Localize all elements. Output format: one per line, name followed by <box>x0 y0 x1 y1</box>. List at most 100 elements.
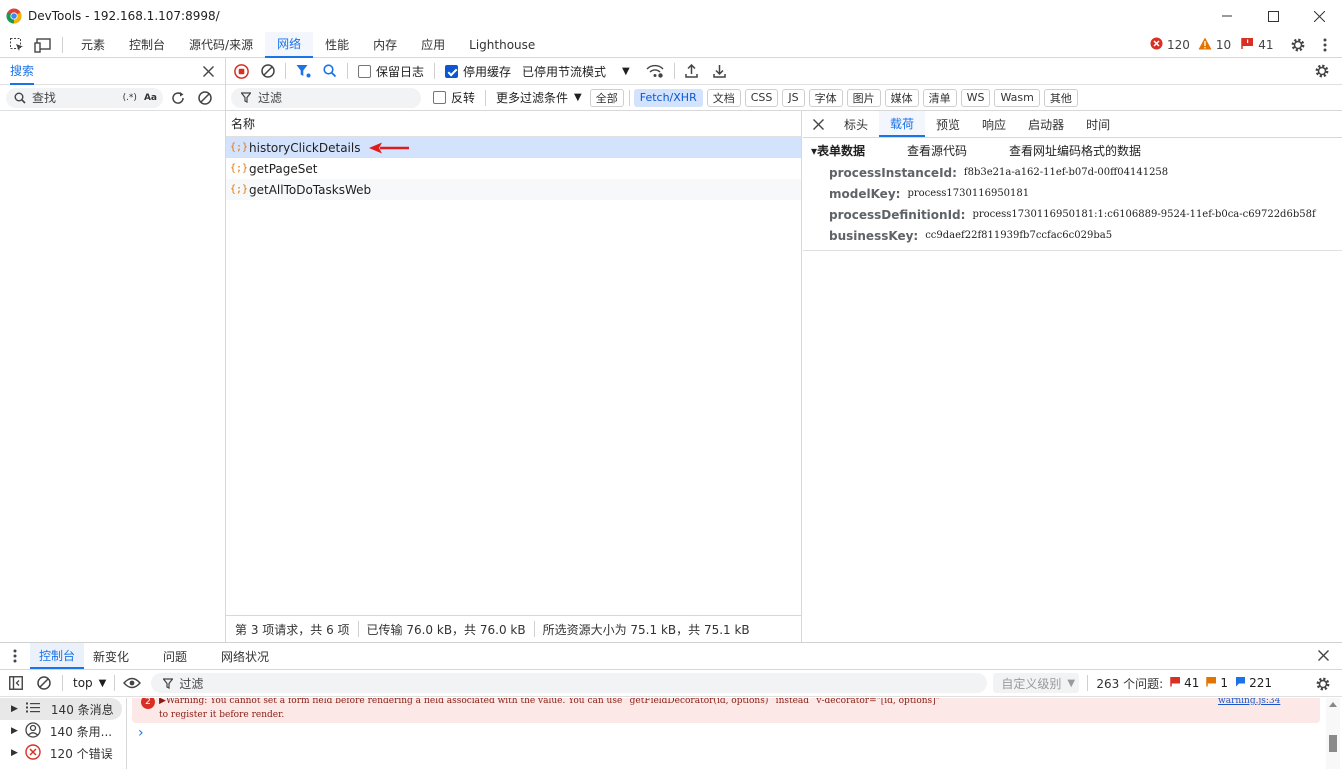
tab-console[interactable]: 控制台 <box>117 32 177 58</box>
message-source-link[interactable]: warning.js:34 <box>1214 698 1281 708</box>
close-icon[interactable] <box>803 118 833 130</box>
clear-log-icon[interactable] <box>261 64 275 78</box>
drawer-tab-bar: 控制台 新变化 问题 网络状况 <box>0 643 1342 670</box>
close-drawer-icon[interactable] <box>1318 650 1329 661</box>
tab-payload[interactable]: 载荷 <box>879 111 926 137</box>
tab-memory[interactable]: 内存 <box>361 32 409 58</box>
chip-js[interactable]: JS <box>782 88 805 107</box>
sidebar-toggle-icon[interactable] <box>0 676 32 690</box>
console-filter-input[interactable]: 过滤 <box>151 673 988 693</box>
record-stop-icon[interactable] <box>234 63 249 79</box>
regex-toggle[interactable]: (.*) <box>123 93 137 103</box>
tab-initiator[interactable]: 启动器 <box>1017 111 1075 137</box>
disable-cache-label: 停用缓存 <box>463 64 512 79</box>
tab-lighthouse[interactable]: Lighthouse <box>457 32 547 58</box>
chip-media[interactable]: 媒体 <box>884 88 919 107</box>
tab-network[interactable]: 网络 <box>265 31 314 58</box>
console-scrollbar[interactable] <box>1326 698 1340 769</box>
drawer-tab-console[interactable]: 控制台 <box>30 643 85 669</box>
issue-info-icon <box>1235 676 1246 690</box>
chip-font[interactable]: 字体 <box>808 88 843 107</box>
request-row-selected[interactable]: {;} historyClickDetails <box>226 137 801 158</box>
tab-elements[interactable]: 元素 <box>69 32 117 58</box>
message-text-line2: to register it before render. <box>159 710 285 720</box>
drawer-tab-network-conditions[interactable]: 网络状况 <box>212 643 278 669</box>
tab-application[interactable]: 应用 <box>409 32 457 58</box>
sidebar-item-errors[interactable]: ▶ 120 个错误 <box>0 742 126 764</box>
chip-fetch-xhr[interactable]: Fetch/XHR <box>633 88 703 107</box>
filter-input[interactable]: 过滤 <box>231 87 421 108</box>
console-warning-message[interactable]: 2 ▶Warning: You cannot set a form field … <box>132 698 1320 723</box>
form-data-title[interactable]: ▾表单数据 <box>811 142 903 159</box>
chip-wasm[interactable]: Wasm <box>994 88 1040 107</box>
chip-img[interactable]: 图片 <box>846 88 881 107</box>
invert-checkbox[interactable] <box>433 91 446 104</box>
drawer-tab-whats-new[interactable]: 新变化 <box>84 643 138 669</box>
more-options-icon[interactable] <box>1316 35 1334 55</box>
tab-headers[interactable]: 标头 <box>833 111 879 137</box>
console-settings-gear-icon[interactable] <box>1315 676 1331 692</box>
settings-gear-icon[interactable] <box>1288 35 1308 55</box>
drawer-menu-icon[interactable] <box>0 649 30 663</box>
expand-arrow-icon[interactable]: ▶ <box>11 748 18 758</box>
more-filters-dropdown[interactable]: 更多过滤条件 <box>496 89 568 106</box>
view-source-link[interactable]: 查看源代码 <box>907 142 967 159</box>
import-har-icon[interactable] <box>685 64 698 78</box>
close-window-button[interactable] <box>1296 0 1342 32</box>
form-data-section: ▾表单数据 查看源代码 查看网址编码格式的数据 processInstanceI… <box>803 138 1342 251</box>
request-row[interactable]: {;} getAllToDoTasksWeb <box>226 179 801 200</box>
drawer-tab-issues[interactable]: 问题 <box>154 643 196 669</box>
filter-icon <box>163 677 174 689</box>
sidebar-item-user-messages[interactable]: ▶ 140 条用... <box>0 720 126 742</box>
tab-response[interactable]: 响应 <box>971 111 1017 137</box>
chip-other[interactable]: 其他 <box>1043 88 1078 107</box>
tab-preview[interactable]: 预览 <box>925 111 971 137</box>
disable-cache-checkbox[interactable] <box>445 64 459 78</box>
inspect-element-icon[interactable] <box>4 37 30 53</box>
expand-arrow-icon[interactable]: ▶ <box>11 726 18 736</box>
network-settings-gear-icon[interactable] <box>1314 63 1330 79</box>
issue-counters[interactable]: 120 10 41 <box>1150 36 1273 54</box>
clear-icon[interactable] <box>198 90 212 105</box>
search-icon[interactable] <box>323 64 337 78</box>
search-panel-title[interactable]: 搜索 <box>10 58 35 85</box>
minimize-button[interactable] <box>1204 0 1250 32</box>
chip-doc[interactable]: 文档 <box>706 88 741 107</box>
scroll-up-arrow-icon[interactable] <box>1329 702 1337 707</box>
filter-icon[interactable] <box>296 64 311 78</box>
console-prompt[interactable]: › <box>128 723 1326 743</box>
live-expression-eye-icon[interactable] <box>123 677 142 689</box>
refresh-icon[interactable] <box>171 91 185 105</box>
expand-arrow-icon[interactable]: ▶ <box>11 704 18 714</box>
search-input[interactable]: 查找 (.*) Aa <box>6 87 163 108</box>
console-filter-placeholder: 过滤 <box>179 676 204 691</box>
match-case-toggle[interactable]: Aa <box>144 93 157 103</box>
network-conditions-icon[interactable] <box>646 64 664 78</box>
scrollbar-thumb[interactable] <box>1329 735 1337 752</box>
chip-all[interactable]: 全部 <box>589 88 624 107</box>
chevron-down-icon[interactable]: ▼ <box>574 92 582 103</box>
request-row[interactable]: {;} getPageSet <box>226 158 801 179</box>
device-toolbar-icon[interactable] <box>30 37 56 53</box>
tab-sources[interactable]: 源代码/来源 <box>177 32 265 58</box>
maximize-button[interactable] <box>1250 0 1296 32</box>
preserve-log-checkbox[interactable] <box>358 64 371 78</box>
throttling-select[interactable]: 已停用节流模式 <box>522 63 606 80</box>
chip-ws[interactable]: WS <box>960 88 991 107</box>
chevron-down-icon[interactable]: ▼ <box>99 678 107 689</box>
chevron-down-icon[interactable]: ▼ <box>622 66 630 77</box>
tab-timing[interactable]: 时间 <box>1075 111 1121 137</box>
chip-css[interactable]: CSS <box>744 88 779 107</box>
tab-performance[interactable]: 性能 <box>313 32 361 58</box>
close-icon[interactable] <box>200 63 216 79</box>
clear-console-icon[interactable] <box>32 676 56 690</box>
export-har-icon[interactable] <box>713 64 726 78</box>
view-url-encoded-link[interactable]: 查看网址编码格式的数据 <box>1009 142 1141 159</box>
context-select[interactable]: top <box>73 676 93 690</box>
chip-manifest[interactable]: 清单 <box>922 88 957 107</box>
issues-label[interactable]: 263 个问题: <box>1096 675 1163 692</box>
log-level-select[interactable]: 自定义级别 ▼ <box>993 673 1080 693</box>
sidebar-item-messages[interactable]: ▶ 140 条消息 <box>0 698 122 720</box>
column-header-name[interactable]: 名称 <box>226 111 801 137</box>
status-transferred: 已传输 76.0 kB，共 76.0 kB <box>366 622 526 637</box>
